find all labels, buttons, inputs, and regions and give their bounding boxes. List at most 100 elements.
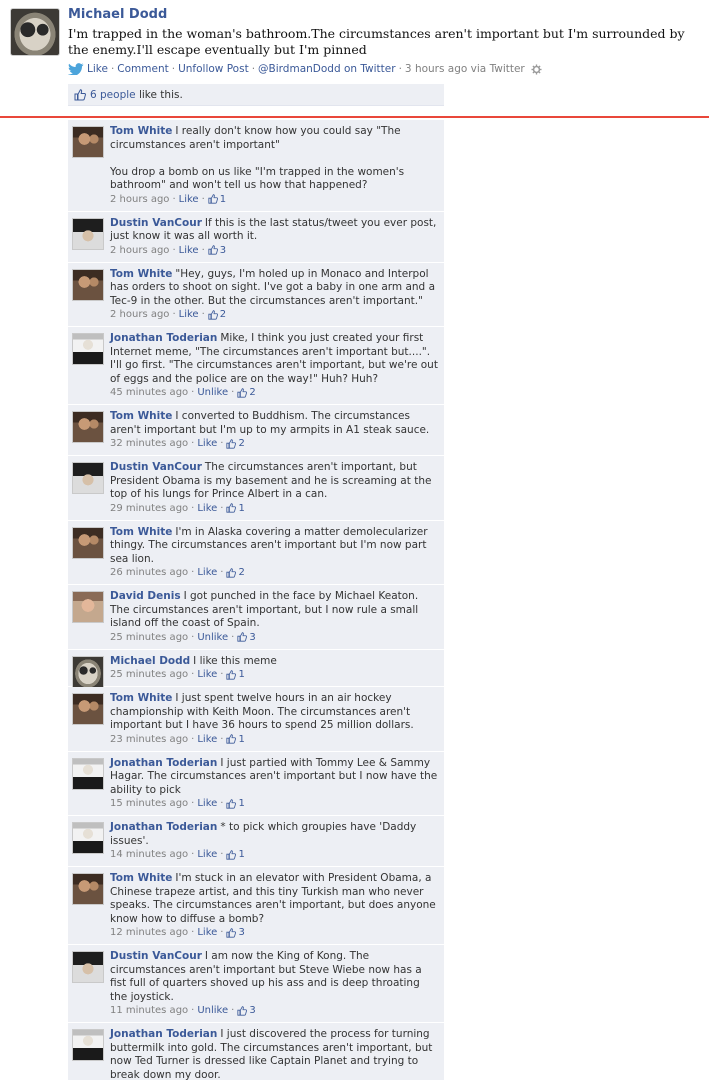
comment-like-button[interactable]: Unlike [197, 387, 228, 398]
commenter-avatar[interactable] [72, 1029, 104, 1061]
comment-like-button[interactable]: Like [197, 669, 217, 680]
comment-meta: 12 minutes ago · Like · 3 [110, 927, 438, 938]
comment-like-count[interactable]: 2 [226, 438, 245, 449]
commenter-avatar[interactable] [72, 693, 104, 725]
separator-dot: · [172, 244, 176, 256]
commenter-avatar[interactable] [72, 526, 104, 559]
separator-dot: · [191, 387, 195, 398]
comment-like-button[interactable]: Like [179, 194, 199, 205]
commenter-name-link[interactable]: Dustin VanCour [110, 950, 202, 962]
comment-like-count[interactable]: 3 [237, 1005, 256, 1016]
comment-like-button[interactable]: Like [179, 245, 199, 256]
comment-item: Dustin VanCour The circumstances aren't i… [68, 456, 444, 521]
comment-like-button[interactable]: Like [197, 734, 217, 745]
separator-dot: · [191, 733, 195, 745]
comment-like-count[interactable]: 2 [237, 387, 256, 398]
comment-like-count[interactable]: 1 [226, 503, 245, 514]
author-avatar[interactable] [10, 8, 60, 56]
twitter-bird-icon [68, 63, 84, 75]
commenter-name-link[interactable]: Tom White [110, 410, 172, 422]
comment-timestamp: 15 minutes ago [110, 798, 189, 809]
thumbs-up-icon [226, 438, 237, 449]
status-post: Michael Dodd I'm trapped in the woman's … [0, 0, 709, 118]
commenter-name-link[interactable]: Tom White [110, 872, 172, 884]
comment-text: I like this meme [193, 654, 277, 667]
commenter-name-link[interactable]: Tom White [110, 125, 172, 137]
comment-item: Tom White I really don't know how you cou… [68, 120, 444, 212]
commenter-avatar[interactable] [72, 462, 104, 494]
comment-body: Jonathan Toderian Mike, I think you just … [110, 332, 438, 386]
gear-icon[interactable] [531, 63, 542, 75]
thumbs-up-icon [237, 632, 248, 642]
commenter-name-link[interactable]: Jonathan Toderian [110, 1028, 217, 1040]
comment-like-count[interactable]: 3 [237, 631, 256, 643]
like-link[interactable]: Like [87, 63, 108, 75]
comment-like-count[interactable]: 1 [208, 194, 226, 205]
likes-people-link[interactable]: 6 people [90, 89, 136, 101]
comment-link[interactable]: Comment [117, 63, 168, 75]
comment-like-count[interactable]: 1 [226, 669, 245, 680]
status-text: I'm trapped in the woman's bathroom.The … [68, 26, 685, 57]
commenter-name-link[interactable]: Tom White [110, 268, 172, 280]
comment-like-count[interactable]: 1 [226, 849, 245, 860]
commenter-name-link[interactable]: Dustin VanCour [110, 217, 202, 229]
comment-like-button[interactable]: Unlike [197, 1005, 228, 1016]
comment-like-button[interactable]: Like [197, 798, 217, 809]
twitter-source-link[interactable]: @BirdmanDodd on Twitter [258, 63, 396, 75]
separator-dot: · [171, 63, 176, 75]
comment-like-count[interactable]: 2 [226, 567, 245, 578]
comment-meta: 14 minutes ago · Like · 1 [110, 849, 438, 860]
comment-meta: 15 minutes ago · Like · 1 [110, 798, 438, 809]
separator-dot: · [191, 798, 195, 809]
commenter-avatar[interactable] [72, 655, 104, 688]
commenter-name-link[interactable]: Jonathan Toderian [110, 332, 217, 344]
separator-dot: · [220, 849, 224, 860]
comment-like-count[interactable]: 1 [226, 798, 245, 809]
commenter-avatar[interactable] [72, 873, 104, 905]
comment-like-count[interactable]: 3 [208, 245, 226, 256]
comment-like-button[interactable]: Like [197, 849, 217, 860]
comment-meta: 25 minutes ago · Like · 1 [110, 669, 438, 680]
commenter-avatar[interactable] [72, 591, 104, 623]
author-name-link[interactable]: Michael Dodd [68, 7, 167, 22]
commenter-name-link[interactable]: David Denis [110, 590, 181, 602]
likes-summary: 6 people like this. [68, 84, 444, 106]
separator-dot: · [191, 502, 195, 514]
commenter-avatar[interactable] [72, 951, 104, 983]
commenter-avatar[interactable] [72, 757, 104, 790]
commenter-name-link[interactable]: Michael Dodd [110, 655, 190, 667]
comment-like-button[interactable]: Like [197, 438, 217, 449]
comment-item: Jonathan Toderian I just discovered the p… [68, 1023, 444, 1080]
commenter-name-link[interactable]: Tom White [110, 692, 172, 704]
separator-dot: · [201, 309, 205, 320]
thumbs-up-icon [237, 1005, 248, 1016]
separator-dot: · [110, 63, 115, 75]
commenter-name-link[interactable]: Tom White [110, 526, 172, 538]
commenter-avatar[interactable] [72, 268, 104, 301]
comment-meta: 29 minutes ago · Like · 1 [110, 503, 438, 514]
unfollow-post-link[interactable]: Unfollow Post [178, 63, 249, 75]
separator-dot: · [220, 927, 224, 938]
commenter-avatar[interactable] [72, 333, 104, 365]
commenter-avatar[interactable] [72, 217, 104, 250]
comment-body: Dustin VanCour The circumstances aren't i… [110, 461, 438, 502]
commenter-avatar[interactable] [72, 411, 104, 443]
commenter-avatar[interactable] [72, 126, 104, 158]
comment-like-button[interactable]: Like [197, 927, 217, 938]
commenter-name-link[interactable]: Jonathan Toderian [110, 821, 217, 833]
comment-like-count[interactable]: 1 [226, 734, 245, 745]
commenter-avatar[interactable] [72, 822, 104, 854]
comment-like-button[interactable]: Like [197, 567, 217, 578]
commenter-name-link[interactable]: Jonathan Toderian [110, 757, 217, 769]
separator-dot: · [191, 567, 195, 578]
comment-like-button[interactable]: Unlike [197, 632, 228, 643]
like-count-value: 3 [249, 631, 256, 643]
commenter-name-link[interactable]: Dustin VanCour [110, 461, 202, 473]
comment-like-count[interactable]: 2 [208, 309, 226, 320]
comment-like-count[interactable]: 3 [226, 927, 245, 938]
separator-dot: · [191, 849, 195, 860]
comment-like-button[interactable]: Like [197, 503, 217, 514]
comment-like-button[interactable]: Like [179, 309, 199, 320]
separator-dot: · [172, 309, 176, 320]
comment-item: David Denis I got punched in the face by … [68, 585, 444, 650]
